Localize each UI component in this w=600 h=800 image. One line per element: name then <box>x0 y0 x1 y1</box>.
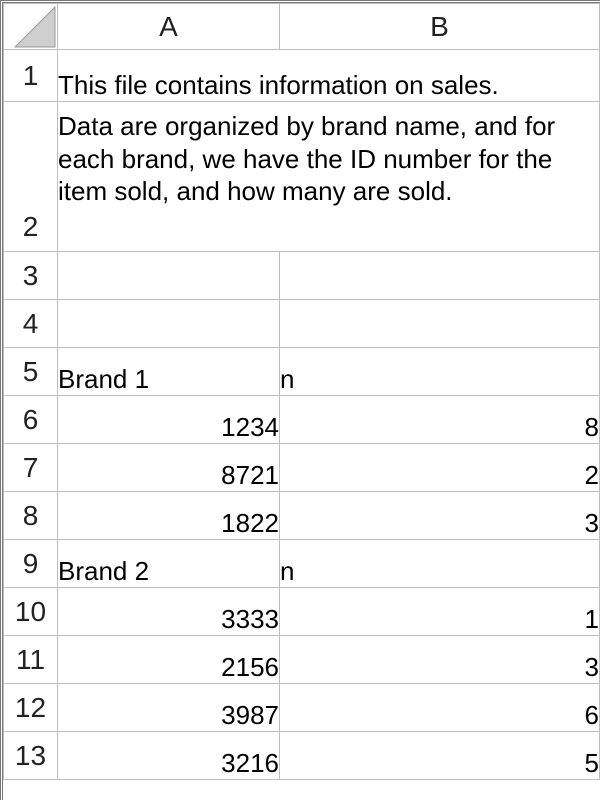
row-header-8[interactable]: 8 <box>4 492 58 540</box>
spreadsheet-viewport: A B 1 This file contains information on … <box>0 0 600 800</box>
row-header-10[interactable]: 10 <box>4 588 58 636</box>
cell-A2[interactable]: Data are organized by brand name, and fo… <box>58 102 600 252</box>
row-header-7[interactable]: 7 <box>4 444 58 492</box>
cell-B12[interactable]: 6 <box>280 684 600 732</box>
cell-B11[interactable]: 3 <box>280 636 600 684</box>
cell-B3[interactable] <box>280 252 600 300</box>
row-header-9[interactable]: 9 <box>4 540 58 588</box>
cell-A1[interactable]: This file contains information on sales. <box>58 50 600 102</box>
row-header-4[interactable]: 4 <box>4 300 58 348</box>
col-header-A[interactable]: A <box>58 4 280 50</box>
select-all-corner[interactable] <box>4 4 58 50</box>
cell-A12[interactable]: 3987 <box>58 684 280 732</box>
cell-A3[interactable] <box>58 252 280 300</box>
cell-B9[interactable]: n <box>280 540 600 588</box>
row-header-1[interactable]: 1 <box>4 50 58 102</box>
cell-B7[interactable]: 2 <box>280 444 600 492</box>
row-header-2[interactable]: 2 <box>4 102 58 252</box>
cell-A8[interactable]: 1822 <box>58 492 280 540</box>
row-header-3[interactable]: 3 <box>4 252 58 300</box>
cell-A10[interactable]: 3333 <box>58 588 280 636</box>
cell-A6[interactable]: 1234 <box>58 396 280 444</box>
cell-A9[interactable]: Brand 2 <box>58 540 280 588</box>
cell-B4[interactable] <box>280 300 600 348</box>
spreadsheet-grid[interactable]: A B 1 This file contains information on … <box>3 3 600 780</box>
col-header-B[interactable]: B <box>280 4 600 50</box>
cell-B6[interactable]: 8 <box>280 396 600 444</box>
cell-B10[interactable]: 1 <box>280 588 600 636</box>
row-header-12[interactable]: 12 <box>4 684 58 732</box>
row-header-11[interactable]: 11 <box>4 636 58 684</box>
cell-A11[interactable]: 2156 <box>58 636 280 684</box>
row-header-6[interactable]: 6 <box>4 396 58 444</box>
cell-A7[interactable]: 8721 <box>58 444 280 492</box>
cell-B5[interactable]: n <box>280 348 600 396</box>
row-header-5[interactable]: 5 <box>4 348 58 396</box>
cell-B13[interactable]: 5 <box>280 732 600 780</box>
cell-A13[interactable]: 3216 <box>58 732 280 780</box>
cell-A4[interactable] <box>58 300 280 348</box>
row-header-13[interactable]: 13 <box>4 732 58 780</box>
cell-A5[interactable]: Brand 1 <box>58 348 280 396</box>
cell-B8[interactable]: 3 <box>280 492 600 540</box>
